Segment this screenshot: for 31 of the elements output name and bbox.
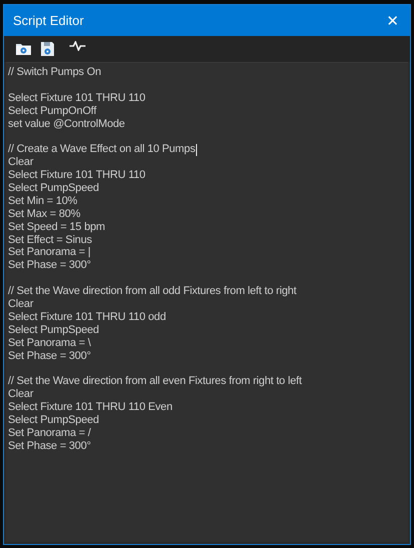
code-line: Set Phase = 300° [8, 440, 91, 453]
code-line: // Set the Wave direction from all odd Fixtures from left to right [8, 285, 296, 298]
code-line: Select PumpSpeed [8, 182, 99, 195]
code-line: Set Phase = 300° [8, 350, 91, 362]
code-line: Select Fixture 101 THRU 110 [8, 92, 146, 105]
code-line: Select Fixture 101 THRU 110 [8, 169, 146, 182]
code-line: Set Panorama = \ [8, 336, 91, 350]
script-editor[interactable] [6, 62, 408, 542]
code-line: // Switch Pumps On [8, 66, 101, 79]
code-line: Set Panorama = / [8, 426, 91, 440]
code-line: Set Max = 80% [8, 208, 80, 221]
waveform-icon [69, 40, 86, 50]
close-button[interactable]: ✕ [384, 12, 401, 30]
code-line: Select Fixture 101 THRU 110 Even [8, 401, 172, 414]
code-line: Select Fixture 101 THRU 110 odd [8, 310, 166, 324]
code-line: Set Min = 10% [8, 194, 78, 208]
code-line: Select PumpSpeed [8, 324, 99, 337]
code-line: // Create a Wave Effect on all 10 Pumps [8, 143, 196, 156]
code-line: Set Effect = Sinus [8, 234, 92, 246]
code-line: // Set the Wave direction from all even Fixtures from right to left [8, 375, 302, 388]
code-line: Select PumpOnOff [8, 104, 96, 118]
code-line: Clear [8, 156, 34, 170]
save-button[interactable] [40, 40, 57, 58]
code-line: Set Speed = 15 bpm [8, 220, 106, 234]
code-line: set value @ControlMode [8, 118, 125, 130]
code-line: Clear [8, 298, 34, 311]
code-line: Clear [8, 388, 34, 402]
window-title: Script Editor [13, 13, 84, 28]
code-line: Set Phase = 300° [8, 259, 91, 272]
code-line: Select PumpSpeed [8, 414, 99, 427]
code-line: Set Panorama = | [8, 246, 91, 260]
